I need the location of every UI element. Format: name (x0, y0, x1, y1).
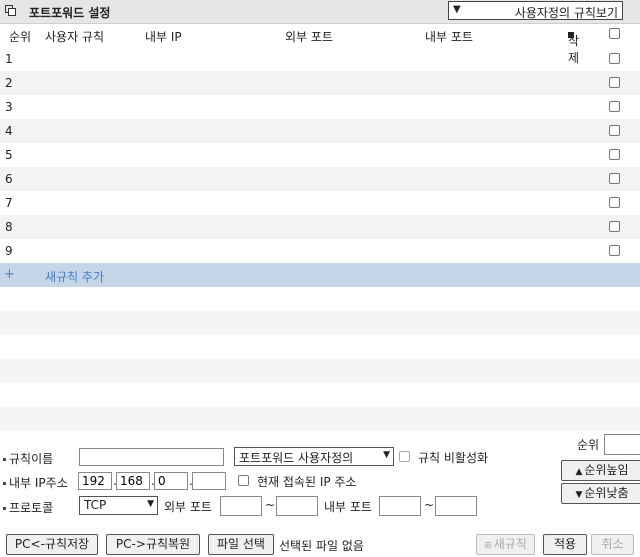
row-delete-checkbox[interactable] (609, 245, 620, 256)
col-external-port: 외부 포트 (285, 30, 333, 44)
internal-port-start-input[interactable] (379, 496, 421, 516)
row-delete-checkbox[interactable] (609, 149, 620, 160)
rule-name-label: 규칙이름 (3, 450, 53, 467)
table-row: 8 (0, 215, 640, 239)
view-select[interactable]: ▼ 사용자정의 규칙보기 (448, 1, 623, 20)
page-title: 포트포워드 설정 (29, 6, 111, 20)
external-port-end-input[interactable] (276, 496, 318, 516)
row-delete-checkbox[interactable] (609, 197, 620, 208)
view-select-value: 사용자정의 규칙보기 (514, 6, 618, 20)
current-ip-label: 현재 접속된 IP 주소 (257, 475, 357, 489)
external-port-start-input[interactable] (220, 496, 262, 516)
chevron-down-icon: ▼ (453, 4, 461, 15)
triangle-up-icon: ▲ (575, 467, 583, 477)
empty-row (0, 311, 640, 335)
row-delete-checkbox[interactable] (609, 125, 620, 136)
cancel-button[interactable]: 취소 (591, 534, 634, 555)
empty-row (0, 407, 640, 431)
apply-button[interactable]: 적용 (543, 534, 587, 555)
ip-octet-4-input[interactable] (192, 472, 226, 490)
no-file-label: 선택된 파일 없음 (279, 539, 364, 553)
rank-input[interactable] (604, 434, 640, 455)
table-row: 4 (0, 119, 640, 143)
table-header: 순위 사용자 규칙 내부 IP 외부 포트 내부 포트 삭제 (0, 24, 640, 65)
col-internal-port: 내부 포트 (425, 30, 473, 44)
add-rule-row[interactable]: + 새규칙 추가 (0, 263, 640, 287)
row-delete-checkbox[interactable] (609, 53, 620, 64)
empty-row (0, 383, 640, 407)
window-icon (5, 5, 16, 16)
current-ip-checkbox[interactable] (238, 475, 249, 486)
plus-box-icon: ⊞ (484, 541, 492, 551)
row-delete-checkbox[interactable] (609, 221, 620, 232)
table-row: 6 (0, 167, 640, 191)
restore-from-pc-button[interactable]: PC->규칙복원 (106, 534, 200, 555)
save-to-pc-button[interactable]: PC<-규칙저장 (6, 534, 98, 555)
protocol-select[interactable]: TCP ▼ (79, 496, 158, 515)
protocol-label: 프로토콜 (3, 499, 53, 516)
ip-octet-3-input[interactable] (154, 472, 188, 490)
ip-label: 내부 IP주소 (3, 474, 68, 491)
chevron-down-icon: ▼ (147, 499, 154, 509)
triangle-down-icon: ▼ (575, 490, 583, 500)
empty-row (0, 359, 640, 383)
add-rule-label[interactable]: 새규칙 추가 (45, 268, 104, 285)
col-internal-ip: 내부 IP (145, 30, 182, 44)
internal-port-label: 내부 포트 (324, 500, 372, 514)
disable-rule-label: 규칙 비활성화 (418, 451, 489, 465)
new-rule-button[interactable]: ⊞ 새규칙 (476, 534, 535, 555)
col-order: 순위 (9, 30, 32, 44)
table-row: 5 (0, 143, 640, 167)
rank-up-button[interactable]: ▲ 순위높임 (561, 460, 640, 481)
plus-icon: + (4, 267, 15, 282)
ip-octet-1-input[interactable] (78, 472, 112, 490)
rule-edit-form: 규칙이름 포트포워드 사용자정의 ▼ 규칙 비활성화 순위 내부 IP주소 . … (0, 432, 640, 557)
rule-type-select[interactable]: 포트포워드 사용자정의 ▼ (234, 447, 394, 466)
chevron-down-icon: ▼ (383, 450, 390, 460)
rank-down-button[interactable]: ▼ 순위낮춤 (561, 483, 640, 504)
external-port-label: 외부 포트 (164, 500, 212, 514)
ip-octet-2-input[interactable] (116, 472, 150, 490)
empty-row (0, 287, 640, 311)
col-rule: 사용자 규칙 (45, 30, 105, 44)
title-bar: 포트포워드 설정 ▼ 사용자정의 규칙보기 (0, 0, 640, 24)
internal-port-end-input[interactable] (435, 496, 477, 516)
rule-name-input[interactable] (79, 448, 224, 466)
row-delete-checkbox[interactable] (609, 77, 620, 88)
choose-file-button[interactable]: 파일 선택 (208, 534, 274, 555)
table-row: 3 (0, 95, 640, 119)
table-row: 2 (0, 71, 640, 95)
table-row: 7 (0, 191, 640, 215)
row-delete-checkbox[interactable] (609, 173, 620, 184)
table-row: 9 (0, 239, 640, 263)
empty-row (0, 335, 640, 359)
delete-all-checkbox[interactable] (609, 28, 620, 39)
row-delete-checkbox[interactable] (609, 101, 620, 112)
table-row: 1 (0, 47, 640, 71)
disable-rule-checkbox[interactable] (399, 451, 410, 462)
rank-label: 순위 (577, 438, 600, 452)
